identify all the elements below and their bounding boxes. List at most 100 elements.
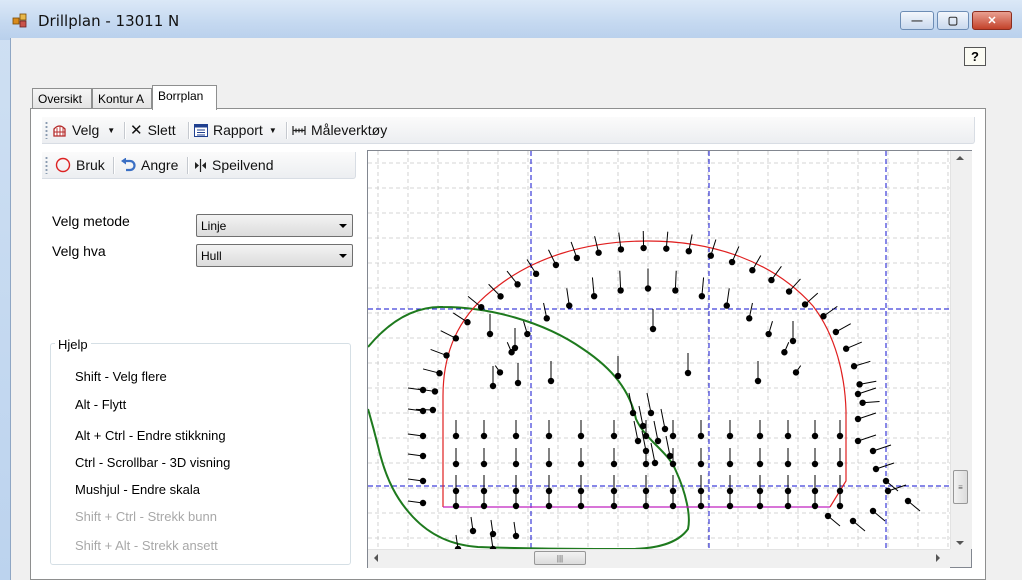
drill-hole[interactable]: [512, 532, 520, 540]
drill-hole[interactable]: [749, 267, 756, 274]
drill-hole[interactable]: [545, 502, 553, 510]
drill-hole[interactable]: [792, 369, 800, 376]
drill-hole[interactable]: [496, 369, 504, 376]
drill-hole[interactable]: [436, 369, 443, 377]
drill-hole[interactable]: [697, 460, 705, 468]
drill-hole[interactable]: [811, 460, 819, 468]
bruk-button[interactable]: Bruk: [55, 156, 105, 174]
drill-hole[interactable]: [726, 502, 734, 510]
drill-hole[interactable]: [756, 502, 764, 510]
drill-hole[interactable]: [728, 258, 736, 266]
title-bar[interactable]: Drillplan - 13011 N — ▢ ✕: [0, 0, 1022, 40]
drill-hole[interactable]: [872, 465, 880, 473]
drill-hole[interactable]: [642, 447, 650, 455]
drill-hole[interactable]: [869, 507, 877, 515]
speilvend-button[interactable]: Speilvend: [194, 156, 274, 174]
drill-hole[interactable]: [512, 460, 520, 468]
minimize-button[interactable]: —: [900, 11, 934, 30]
drill-plan-canvas[interactable]: [367, 150, 972, 568]
drill-hole[interactable]: [545, 460, 553, 468]
drill-hole[interactable]: [651, 459, 659, 467]
drill-hole[interactable]: [811, 432, 819, 440]
maleverktoy-button[interactable]: Måleverktøy: [292, 121, 387, 139]
drill-hole[interactable]: [684, 369, 692, 377]
drill-hole[interactable]: [639, 422, 647, 430]
drill-hole[interactable]: [573, 254, 581, 262]
drill-hole[interactable]: [452, 460, 460, 468]
drill-hole[interactable]: [644, 285, 652, 292]
drill-hole[interactable]: [489, 382, 497, 390]
drill-hole[interactable]: [672, 287, 679, 294]
drill-hole[interactable]: [784, 460, 792, 468]
drill-hole[interactable]: [497, 293, 504, 300]
drill-hole[interactable]: [811, 502, 819, 510]
drill-hole[interactable]: [547, 377, 555, 385]
drill-hole[interactable]: [649, 325, 657, 333]
drill-hole[interactable]: [854, 437, 862, 445]
drill-hole[interactable]: [756, 460, 764, 468]
drill-hole[interactable]: [532, 270, 540, 278]
tab-kontur-a[interactable]: Kontur A: [92, 88, 152, 109]
drill-hole[interactable]: [768, 276, 775, 284]
drill-hole[interactable]: [590, 292, 598, 300]
drill-hole[interactable]: [698, 292, 706, 300]
drill-hole[interactable]: [477, 303, 485, 311]
drill-hole[interactable]: [610, 432, 618, 440]
toolbar-grip[interactable]: [45, 156, 48, 174]
drill-hole[interactable]: [443, 352, 450, 359]
velg-hva-select[interactable]: Hull: [196, 244, 353, 267]
drill-hole[interactable]: [543, 315, 550, 322]
drill-hole[interactable]: [781, 349, 788, 356]
drill-hole[interactable]: [765, 330, 772, 338]
drill-hole[interactable]: [419, 407, 427, 415]
drill-hole[interactable]: [756, 432, 764, 440]
drill-hole[interactable]: [654, 437, 662, 445]
drill-hole[interactable]: [429, 406, 437, 414]
tab-borrplan[interactable]: Borrplan: [152, 85, 217, 110]
scroll-right-icon[interactable]: [936, 554, 940, 562]
drill-hole[interactable]: [784, 502, 792, 510]
drill-hole[interactable]: [661, 425, 669, 433]
drill-hole[interactable]: [514, 379, 522, 387]
drill-hole[interactable]: [614, 372, 622, 380]
drill-hole[interactable]: [452, 432, 460, 440]
drill-hole[interactable]: [685, 247, 692, 255]
drill-hole[interactable]: [419, 477, 427, 485]
drill-hole[interactable]: [820, 313, 827, 320]
drill-hole[interactable]: [836, 432, 844, 440]
drill-hole[interactable]: [666, 452, 674, 460]
drill-hole[interactable]: [577, 432, 585, 440]
drill-plan-drawing[interactable]: [368, 151, 972, 568]
drill-hole[interactable]: [566, 302, 573, 309]
drill-hole[interactable]: [784, 432, 792, 440]
drill-hole[interactable]: [431, 388, 439, 395]
drill-hole[interactable]: [697, 502, 705, 510]
scroll-up-icon[interactable]: [956, 156, 964, 160]
drill-hole[interactable]: [707, 252, 714, 259]
horizontal-scroll-thumb[interactable]: |||: [534, 551, 586, 565]
drill-hole[interactable]: [836, 502, 844, 510]
drill-hole[interactable]: [545, 432, 553, 440]
drill-hole[interactable]: [464, 319, 471, 326]
drill-hole[interactable]: [850, 363, 858, 370]
drill-hole[interactable]: [836, 460, 844, 468]
drill-hole[interactable]: [419, 452, 427, 460]
drill-hole[interactable]: [480, 460, 488, 468]
drill-hole[interactable]: [849, 517, 857, 525]
drill-hole[interactable]: [595, 249, 602, 256]
drill-hole[interactable]: [869, 447, 877, 455]
rapport-button[interactable]: Rapport ▼: [194, 121, 277, 139]
close-button[interactable]: ✕: [972, 11, 1012, 30]
drill-hole[interactable]: [512, 432, 520, 440]
drill-hole[interactable]: [854, 415, 862, 423]
drill-hole[interactable]: [617, 287, 624, 294]
drill-hole[interactable]: [514, 281, 521, 288]
drill-hole[interactable]: [629, 409, 637, 417]
maximize-button[interactable]: ▢: [937, 11, 969, 30]
drill-hole[interactable]: [480, 502, 488, 510]
tab-oversikt[interactable]: Oversikt: [32, 88, 92, 109]
velg-button[interactable]: Velg ▼: [52, 121, 115, 139]
slett-button[interactable]: ✕ Slett: [130, 121, 176, 139]
drill-hole[interactable]: [785, 288, 793, 295]
drill-hole[interactable]: [723, 302, 730, 309]
